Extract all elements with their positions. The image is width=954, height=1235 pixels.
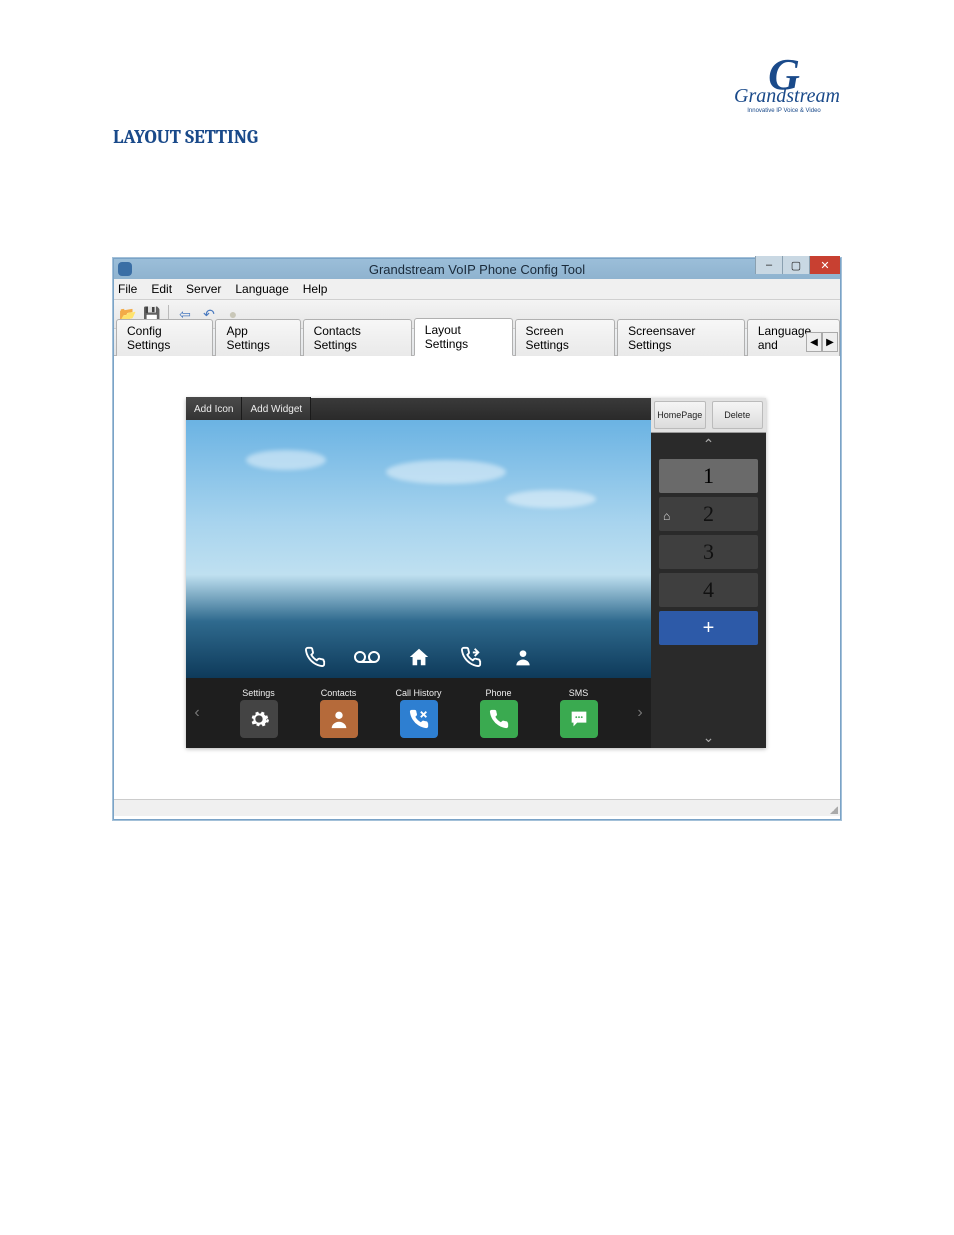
- page-1[interactable]: 1: [659, 459, 758, 493]
- preview-toolbar: Add Icon Add Widget: [186, 398, 651, 420]
- logo-tagline: Innovative IP Voice & Video: [734, 108, 834, 114]
- logo-brand-text: Grandstream: [734, 85, 834, 108]
- tab-screen-settings[interactable]: Screen Settings: [515, 319, 616, 356]
- app-sms[interactable]: SMS: [549, 688, 609, 738]
- add-page-button[interactable]: +: [659, 611, 758, 645]
- layout-editor: Add Icon Add Widget ‹: [186, 398, 766, 748]
- menu-server[interactable]: Server: [186, 282, 221, 296]
- pages-up-arrow[interactable]: ⌃: [651, 433, 766, 455]
- homepage-button[interactable]: HomePage: [654, 401, 706, 429]
- maximize-button[interactable]: ▢: [782, 256, 809, 274]
- app-call-history[interactable]: Call History: [389, 688, 449, 738]
- home-icon[interactable]: [406, 644, 432, 670]
- page-3[interactable]: 3: [659, 535, 758, 569]
- add-widget-button[interactable]: Add Widget: [242, 397, 311, 421]
- sms-icon: [560, 700, 598, 738]
- wallpaper-preview[interactable]: [186, 420, 651, 678]
- tabstrip: Config Settings App Settings Contacts Se…: [114, 329, 840, 356]
- pages-down-arrow[interactable]: ⌄: [651, 726, 766, 748]
- gear-icon: [240, 700, 278, 738]
- app-window: Grandstream VoIP Phone Config Tool – ▢ ✕…: [113, 258, 841, 820]
- close-button[interactable]: ✕: [809, 256, 840, 274]
- app-row: ‹ Settings Contacts Call History: [186, 678, 651, 748]
- app-contacts[interactable]: Contacts: [309, 688, 369, 738]
- app-settings[interactable]: Settings: [229, 688, 289, 738]
- dock: [186, 644, 651, 670]
- page-title: LAYOUT SETTING: [113, 126, 258, 148]
- tab-app-settings[interactable]: App Settings: [215, 319, 300, 356]
- app-callhistory-label: Call History: [389, 688, 449, 698]
- menu-help[interactable]: Help: [303, 282, 328, 296]
- contact-icon: [320, 700, 358, 738]
- tab-contacts-settings[interactable]: Contacts Settings: [303, 319, 412, 356]
- phone-app-icon: [480, 700, 518, 738]
- menubar: File Edit Server Language Help: [114, 279, 840, 300]
- app-settings-label: Settings: [229, 688, 289, 698]
- next-apps-arrow[interactable]: ›: [629, 704, 651, 722]
- menu-file[interactable]: File: [118, 282, 137, 296]
- window-title: Grandstream VoIP Phone Config Tool: [114, 262, 840, 277]
- call-history-icon: [400, 700, 438, 738]
- tab-layout-settings[interactable]: Layout Settings: [414, 318, 513, 356]
- voicemail-icon[interactable]: [354, 644, 380, 670]
- menu-language[interactable]: Language: [235, 282, 288, 296]
- delete-button[interactable]: Delete: [712, 401, 764, 429]
- prev-apps-arrow[interactable]: ‹: [186, 704, 208, 722]
- titlebar: Grandstream VoIP Phone Config Tool – ▢ ✕: [114, 259, 840, 279]
- tab-scroll-left[interactable]: ◀: [806, 332, 822, 352]
- page-4[interactable]: 4: [659, 573, 758, 607]
- tab-scroll-right[interactable]: ▶: [822, 332, 838, 352]
- call-redirect-icon[interactable]: [458, 644, 484, 670]
- menu-edit[interactable]: Edit: [151, 282, 172, 296]
- resize-grip-icon[interactable]: [828, 804, 838, 814]
- workspace: Add Icon Add Widget ‹: [114, 356, 840, 816]
- add-icon-button[interactable]: Add Icon: [186, 397, 242, 421]
- home-marker-icon: ⌂: [663, 509, 670, 523]
- brand-logo: G Grandstream Innovative IP Voice & Vide…: [734, 60, 834, 114]
- person-icon[interactable]: [510, 644, 536, 670]
- page-sidebar: HomePage Delete ⌃ ⌂ 1 2 3 4 + ⌄: [651, 398, 766, 748]
- phone-preview: Add Icon Add Widget ‹: [186, 398, 651, 748]
- page-2[interactable]: 2: [659, 497, 758, 531]
- app-phone[interactable]: Phone: [469, 688, 529, 738]
- app-phone-label: Phone: [469, 688, 529, 698]
- minimize-button[interactable]: –: [755, 256, 782, 274]
- app-sms-label: SMS: [549, 688, 609, 698]
- app-contacts-label: Contacts: [309, 688, 369, 698]
- page-list: ⌂ 1 2 3 4 +: [651, 455, 766, 726]
- phone-icon[interactable]: [302, 644, 328, 670]
- tab-screensaver-settings[interactable]: Screensaver Settings: [617, 319, 745, 356]
- tab-config-settings[interactable]: Config Settings: [116, 319, 213, 356]
- statusbar: [114, 799, 840, 816]
